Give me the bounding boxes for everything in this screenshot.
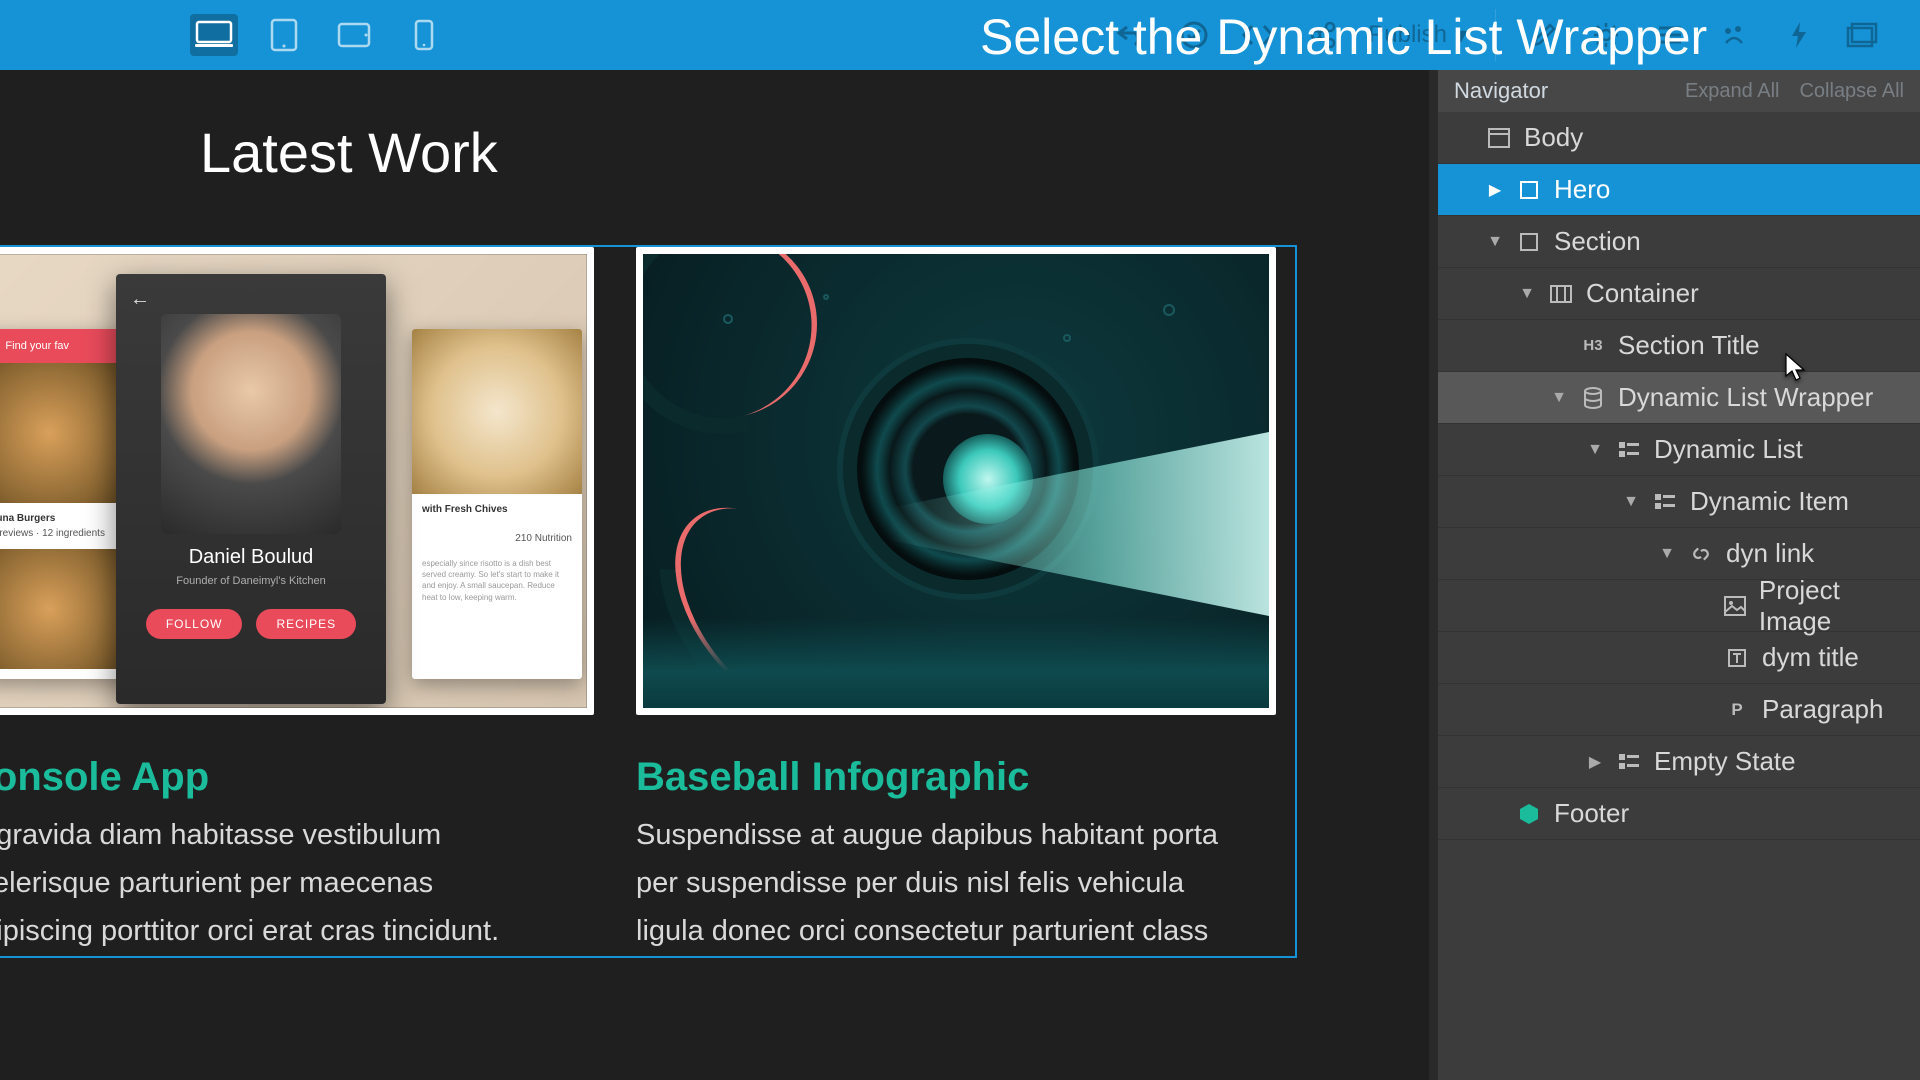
chevron-down-icon[interactable]: ▼ xyxy=(1518,285,1536,303)
dynamic-list-selection[interactable]: ≡Find your fav Tuna Burgers8 reviews · 1… xyxy=(0,245,1297,958)
tree-node-hero[interactable]: ▶ Hero xyxy=(1438,164,1920,216)
card-title: Console App xyxy=(0,755,594,800)
mouse-cursor-icon xyxy=(1783,352,1807,380)
device-switcher xyxy=(190,14,448,56)
tree-node-dynamic-list-wrapper[interactable]: ▼ Dynamic List Wrapper xyxy=(1438,372,1920,424)
tree-node-footer[interactable]: ▶Footer xyxy=(1438,788,1920,840)
navigator-header: Navigator Expand All Collapse All xyxy=(1438,70,1920,112)
chevron-down-icon[interactable]: ▼ xyxy=(1586,441,1604,459)
tree-node-label: Container xyxy=(1586,278,1699,309)
tree-node-label: Footer xyxy=(1554,798,1629,829)
dlist-icon xyxy=(1652,489,1678,515)
tree-node-label: Dynamic List xyxy=(1654,434,1803,465)
recipes-pill: RECIPES xyxy=(256,609,356,639)
tree-node-dym-title[interactable]: ▶dym title xyxy=(1438,632,1920,684)
tree-node-label: Section Title xyxy=(1618,330,1760,361)
collapse-all-button[interactable]: Collapse All xyxy=(1799,80,1904,103)
follow-pill: FOLLOW xyxy=(146,609,243,639)
card-console-app[interactable]: ≡Find your fav Tuna Burgers8 reviews · 1… xyxy=(0,247,594,956)
main-area: Latest Work ≡Find your fav Tuna Burgers8… xyxy=(0,70,1920,1080)
card-image: ≡Find your fav Tuna Burgers8 reviews · 1… xyxy=(0,247,594,715)
card-description: Suspendisse at augue dapibus habitant po… xyxy=(636,812,1236,956)
device-tablet[interactable] xyxy=(260,14,308,56)
container-icon xyxy=(1548,281,1574,307)
chevron-down-icon[interactable]: ▼ xyxy=(1622,493,1640,511)
tree-node-label: Project Image xyxy=(1759,575,1908,637)
tree-node-label: Dynamic Item xyxy=(1690,486,1849,517)
device-phone[interactable] xyxy=(400,14,448,56)
tree-node-paragraph[interactable]: ▶PParagraph xyxy=(1438,684,1920,736)
section-title: Latest Work xyxy=(200,120,1437,185)
tree-node-label: dym title xyxy=(1762,642,1859,673)
navigator-panel: Navigator Expand All Collapse All ▶Body▶… xyxy=(1437,70,1920,1080)
h3-icon: H3 xyxy=(1580,333,1606,359)
dlist-icon xyxy=(1616,437,1642,463)
card-description: Id gravida diam habitasse vestibulum sce… xyxy=(0,812,564,956)
scrollbar-track[interactable] xyxy=(1429,70,1438,1080)
tree-node-section[interactable]: ▼ Section xyxy=(1438,216,1920,268)
p-icon: P xyxy=(1724,697,1750,723)
section-icon xyxy=(1516,177,1542,203)
layout-icon xyxy=(1486,125,1512,151)
text-icon xyxy=(1724,645,1750,671)
tree-node-label: Paragraph xyxy=(1762,694,1883,725)
tree-node-label: Section xyxy=(1554,226,1641,257)
dlist-icon xyxy=(1616,749,1642,775)
instruction-overlay: Select the Dynamic List Wrapper xyxy=(980,8,1890,66)
chevron-right-icon[interactable]: ▶ xyxy=(1586,752,1604,772)
navigator-title: Navigator xyxy=(1454,78,1548,104)
expand-all-button[interactable]: Expand All xyxy=(1685,80,1780,103)
tree-node-label: Empty State xyxy=(1654,746,1796,777)
card-baseball-infographic[interactable]: Baseball Infographic Suspendisse at augu… xyxy=(636,247,1276,956)
chevron-down-icon[interactable]: ▼ xyxy=(1658,545,1676,563)
card-title: Baseball Infographic xyxy=(636,755,1276,800)
tree-node-section-title[interactable]: ▶H3Section Title xyxy=(1438,320,1920,372)
image-icon xyxy=(1723,593,1747,619)
tree-node-project-image[interactable]: ▶Project Image xyxy=(1438,580,1920,632)
chevron-right-icon[interactable]: ▶ xyxy=(1486,180,1504,200)
footer-icon xyxy=(1516,801,1542,827)
tree-node-dynamic-list[interactable]: ▼ Dynamic List xyxy=(1438,424,1920,476)
tree-node-body[interactable]: ▶Body xyxy=(1438,112,1920,164)
card-image xyxy=(636,247,1276,715)
tree-node-label: Hero xyxy=(1554,174,1610,205)
chevron-down-icon[interactable]: ▼ xyxy=(1486,233,1504,251)
db-icon xyxy=(1580,385,1606,411)
back-arrow-icon: ← xyxy=(130,288,150,311)
section-icon xyxy=(1516,229,1542,255)
tree-node-dynamic-item[interactable]: ▼ Dynamic Item xyxy=(1438,476,1920,528)
chevron-down-icon[interactable]: ▼ xyxy=(1550,389,1568,407)
tree-node-label: dyn link xyxy=(1726,538,1814,569)
tree-node-empty-state[interactable]: ▶ Empty State xyxy=(1438,736,1920,788)
device-desktop[interactable] xyxy=(190,14,238,56)
device-tablet-landscape[interactable] xyxy=(330,14,378,56)
navigator-tree[interactable]: ▶Body ▶ Hero ▼ Section ▼ Container ▶ H3 Section T… xyxy=(1438,112,1920,1080)
tree-node-label: Dynamic List Wrapper xyxy=(1618,382,1873,413)
tree-node-label: Body xyxy=(1524,122,1583,153)
tree-node-container[interactable]: ▼ Container xyxy=(1438,268,1920,320)
tree-node-dyn-link[interactable]: ▼ dyn link xyxy=(1438,528,1920,580)
link-icon xyxy=(1688,541,1714,567)
design-canvas[interactable]: Latest Work ≡Find your fav Tuna Burgers8… xyxy=(0,70,1437,1080)
